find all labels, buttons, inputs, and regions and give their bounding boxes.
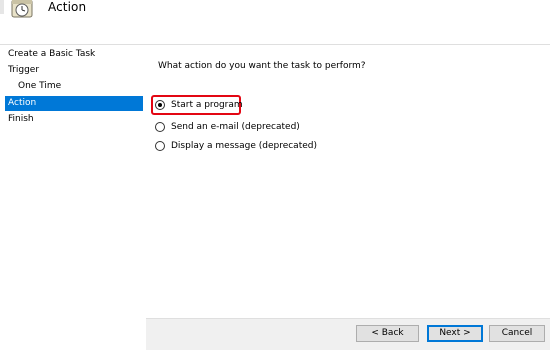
action-question: What action do you want the task to perf… bbox=[158, 61, 366, 71]
option-label: Display a message (deprecated) bbox=[171, 140, 317, 151]
step-trigger[interactable]: Trigger bbox=[5, 63, 143, 78]
wizard-steps-pane: Create a Basic Task Trigger One Time Act… bbox=[0, 45, 146, 350]
option-label: Send an e-mail (deprecated) bbox=[171, 121, 300, 132]
window-edge bbox=[0, 0, 4, 14]
option-display-message[interactable]: Display a message (deprecated) bbox=[155, 138, 317, 153]
step-create-basic-task[interactable]: Create a Basic Task bbox=[5, 47, 143, 62]
step-finish[interactable]: Finish bbox=[5, 112, 143, 127]
next-button[interactable]: Next > bbox=[427, 325, 483, 342]
clock-task-icon bbox=[11, 0, 33, 18]
option-send-email[interactable]: Send an e-mail (deprecated) bbox=[155, 119, 300, 134]
cancel-button[interactable]: Cancel bbox=[489, 325, 545, 342]
task-wizard-window: Action Create a Basic Task Trigger One T… bbox=[0, 0, 550, 350]
wizard-header: Action bbox=[0, 0, 550, 45]
radio-unselected-icon[interactable] bbox=[155, 121, 165, 132]
radio-selected-icon[interactable] bbox=[155, 99, 165, 110]
radio-unselected-icon[interactable] bbox=[155, 140, 165, 151]
wizard-content-pane: What action do you want the task to perf… bbox=[146, 45, 550, 319]
back-button[interactable]: < Back bbox=[356, 325, 419, 342]
page-title: Action bbox=[48, 0, 87, 14]
wizard-footer: < Back Next > Cancel bbox=[146, 319, 550, 350]
option-label: Start a program bbox=[171, 99, 243, 110]
step-action[interactable]: Action bbox=[5, 96, 143, 111]
option-start-program[interactable]: Start a program bbox=[155, 97, 243, 112]
step-one-time[interactable]: One Time bbox=[5, 79, 143, 94]
